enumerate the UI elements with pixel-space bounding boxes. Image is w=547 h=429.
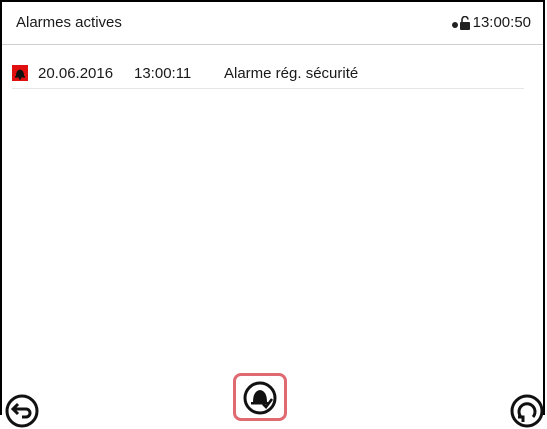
- refresh-icon[interactable]: [509, 393, 545, 429]
- alarm-list-item[interactable]: 20.06.2016 13:00:11 Alarme rég. sécurité: [12, 58, 524, 89]
- clock: 13:00:50: [472, 14, 531, 31]
- status-area: 13:00:50: [451, 14, 531, 31]
- alarm-text: Alarme rég. sécurité: [224, 64, 359, 82]
- alarm-time: 13:00:11: [134, 64, 192, 82]
- back-arrow-icon[interactable]: [4, 393, 40, 429]
- acknowledge-alarm-button[interactable]: [233, 373, 287, 421]
- header-bar: Alarmes actives 13:00:50: [2, 2, 543, 45]
- alarm-bell-icon: [12, 65, 28, 81]
- footer-bar: [2, 367, 544, 428]
- lock-open-icon: [451, 15, 470, 30]
- alarm-screen: Alarmes actives 13:00:50 20.06.2016 13:0…: [0, 0, 545, 428]
- alarm-date: 20.06.2016: [38, 64, 114, 82]
- acknowledge-alarm-icon: [243, 381, 277, 415]
- page-title: Alarmes actives: [16, 14, 122, 31]
